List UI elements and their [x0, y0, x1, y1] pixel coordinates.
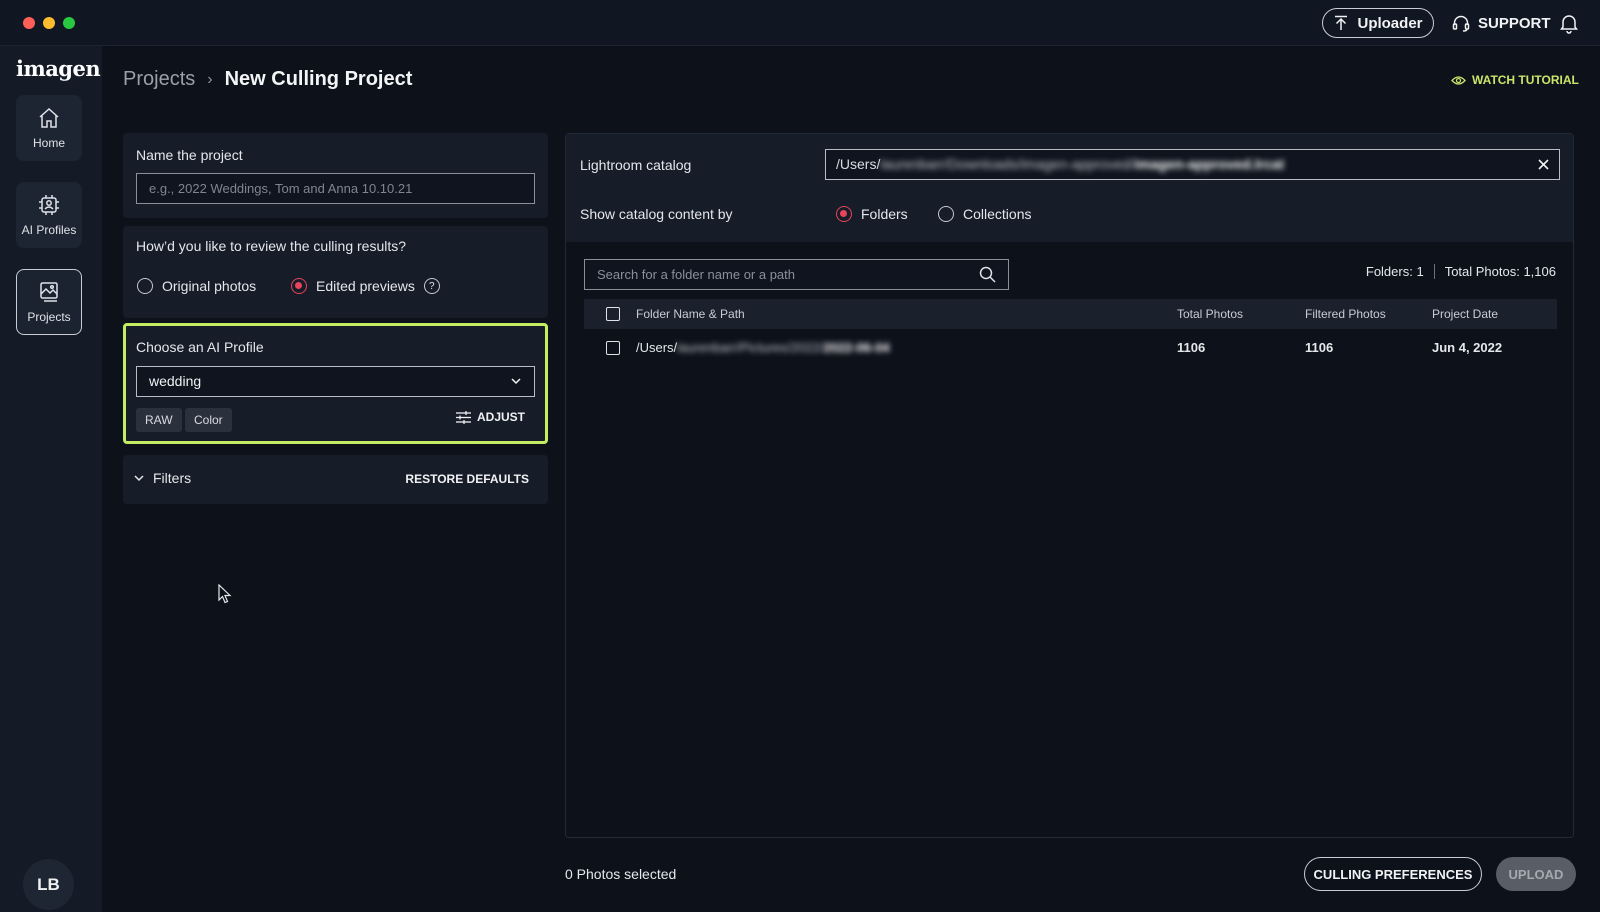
imagen-logo[interactable]: imagen: [16, 56, 101, 81]
adjust-button[interactable]: ADJUST: [455, 410, 525, 424]
catalog-path-prefix: /Users/: [836, 156, 881, 172]
sidebar-item-label: Home: [32, 136, 65, 150]
folders-count: Folders: 1: [1365, 264, 1424, 279]
breadcrumb-separator: ›: [207, 70, 213, 88]
filters-toggle[interactable]: Filters: [133, 470, 191, 486]
sidebar-item-ai-profiles[interactable]: AI Profiles: [16, 182, 82, 248]
radio-circle: [938, 206, 954, 222]
column-header-folder[interactable]: Folder Name & Path: [636, 299, 745, 329]
catalog-panel: Lightroom catalog /Users/laurenbarr/Down…: [565, 133, 1574, 838]
breadcrumb-projects-link[interactable]: Projects: [123, 68, 195, 91]
radio-circle-selected: [836, 206, 852, 222]
sidebar: imagen Home AI Profiles Projects LB: [0, 46, 102, 912]
column-header-filtered-photos[interactable]: Filtered Photos: [1305, 299, 1386, 329]
uploader-label: Uploader: [1357, 14, 1423, 32]
folder-counts: Folders: 1 Total Photos: 1,106: [1366, 264, 1556, 279]
folder-table-header: Folder Name & Path Total Photos Filtered…: [584, 299, 1557, 329]
column-header-total-photos[interactable]: Total Photos: [1177, 299, 1243, 329]
upload-arrow-icon: [1335, 15, 1348, 30]
sliders-icon: [455, 410, 471, 424]
counts-divider: [1433, 264, 1435, 279]
filters-card: Filters RESTORE DEFAULTS: [123, 455, 548, 504]
image-gallery-icon: [40, 282, 58, 302]
show-catalog-content-label: Show catalog content by: [580, 206, 733, 222]
window-minimize-button[interactable]: [43, 17, 55, 29]
review-mode-card: How’d you like to review the culling res…: [123, 226, 548, 318]
help-icon[interactable]: ?: [423, 278, 440, 294]
title-bar: Uploader SUPPORT: [0, 0, 1600, 46]
filters-label: Filters: [153, 470, 192, 486]
radio-circle: [137, 278, 153, 294]
restore-defaults-button[interactable]: RESTORE DEFAULTS: [405, 472, 529, 486]
radio-label: Original photos: [162, 278, 257, 294]
radio-collections[interactable]: Collections: [938, 206, 1031, 222]
project-name-label: Name the project: [136, 147, 243, 163]
lightroom-catalog-label: Lightroom catalog: [580, 157, 692, 173]
mouse-cursor-icon: [218, 584, 232, 604]
page-title: New Culling Project: [224, 68, 413, 90]
folder-path: /Users/laurenbarr/Pictures/2022/2022-06-…: [636, 333, 890, 363]
profile-tag-color: Color: [185, 408, 232, 432]
folder-search-input[interactable]: Search for a folder name or a path: [584, 259, 1009, 290]
radio-circle-selected: [291, 278, 307, 294]
sidebar-item-projects[interactable]: Projects: [16, 269, 82, 335]
ai-profile-selected-value: wedding: [149, 373, 202, 389]
folder-path-redacted: laurenbarr/Pictures/2022/: [677, 340, 824, 355]
headset-icon: [1452, 15, 1470, 32]
radio-label: Folders: [861, 206, 908, 222]
project-name-input[interactable]: e.g., 2022 Weddings, Tom and Anna 10.10.…: [136, 173, 535, 204]
radio-edited-previews[interactable]: Edited previews ?: [291, 278, 440, 294]
radio-label: Collections: [963, 206, 1032, 222]
row-filtered-photos: 1106: [1305, 340, 1334, 355]
upload-button[interactable]: UPLOAD: [1496, 857, 1576, 891]
total-photos-count: Total Photos: 1,106: [1444, 264, 1556, 279]
column-header-project-date[interactable]: Project Date: [1432, 299, 1498, 329]
sidebar-item-label: AI Profiles: [21, 223, 77, 237]
notifications-bell-icon[interactable]: [1558, 12, 1580, 34]
row-project-date: Jun 4, 2022: [1432, 340, 1503, 355]
search-icon: [979, 266, 996, 283]
window-zoom-button[interactable]: [63, 17, 75, 29]
select-all-checkbox[interactable]: [606, 307, 620, 321]
folder-search-placeholder: Search for a folder name or a path: [597, 267, 796, 282]
radio-original-photos[interactable]: Original photos: [137, 278, 256, 294]
chevron-down-icon: [511, 378, 521, 385]
watch-tutorial-link[interactable]: WATCH TUTORIAL: [1451, 73, 1579, 87]
ai-profile-select[interactable]: wedding: [136, 366, 535, 397]
breadcrumb: Projects › New Culling Project: [123, 68, 412, 91]
sidebar-item-label: Projects: [27, 310, 71, 324]
watch-tutorial-label: WATCH TUTORIAL: [1472, 73, 1579, 87]
support-button[interactable]: SUPPORT: [1452, 12, 1551, 34]
review-mode-question: How’d you like to review the culling res…: [136, 238, 407, 254]
chevron-down-icon: [134, 475, 144, 482]
user-avatar[interactable]: LB: [23, 859, 74, 910]
photos-selected-text: 0 Photos selected: [565, 866, 677, 882]
ai-chip-icon: [39, 195, 59, 215]
profile-tag-raw: RAW: [136, 408, 182, 432]
radio-label: Edited previews: [316, 278, 415, 294]
window-close-button[interactable]: [23, 17, 35, 29]
culling-preferences-button[interactable]: CULLING PREFERENCES: [1304, 857, 1482, 891]
uploader-button[interactable]: Uploader: [1322, 8, 1434, 38]
eye-icon: [1451, 75, 1466, 85]
ai-profile-card: Choose an AI Profile wedding RAW Color A…: [123, 323, 548, 444]
ai-profile-label: Choose an AI Profile: [136, 339, 264, 355]
project-name-card: Name the project e.g., 2022 Weddings, To…: [123, 133, 548, 218]
catalog-file-name: imagen-approved.lrcat: [1134, 156, 1285, 172]
sidebar-item-home[interactable]: Home: [16, 95, 82, 161]
lightroom-catalog-input[interactable]: /Users/laurenbarr/Downloads/imagen-appro…: [825, 149, 1560, 180]
row-total-photos: 1106: [1177, 340, 1206, 355]
clear-catalog-icon[interactable]: [1536, 157, 1551, 172]
row-checkbox[interactable]: [606, 341, 620, 355]
home-icon: [39, 107, 59, 128]
table-row[interactable]: /Users/laurenbarr/Pictures/2022/2022-06-…: [584, 333, 1557, 363]
folder-path-prefix: /Users/: [636, 340, 678, 355]
folder-name: 2022-06-04: [823, 340, 890, 355]
radio-folders[interactable]: Folders: [836, 206, 908, 222]
catalog-path-redacted: laurenbarr/Downloads/imagen-approved/: [880, 156, 1135, 172]
adjust-label: ADJUST: [476, 410, 525, 424]
support-label: SUPPORT: [1478, 14, 1551, 32]
catalog-settings: Lightroom catalog /Users/laurenbarr/Down…: [566, 134, 1573, 242]
